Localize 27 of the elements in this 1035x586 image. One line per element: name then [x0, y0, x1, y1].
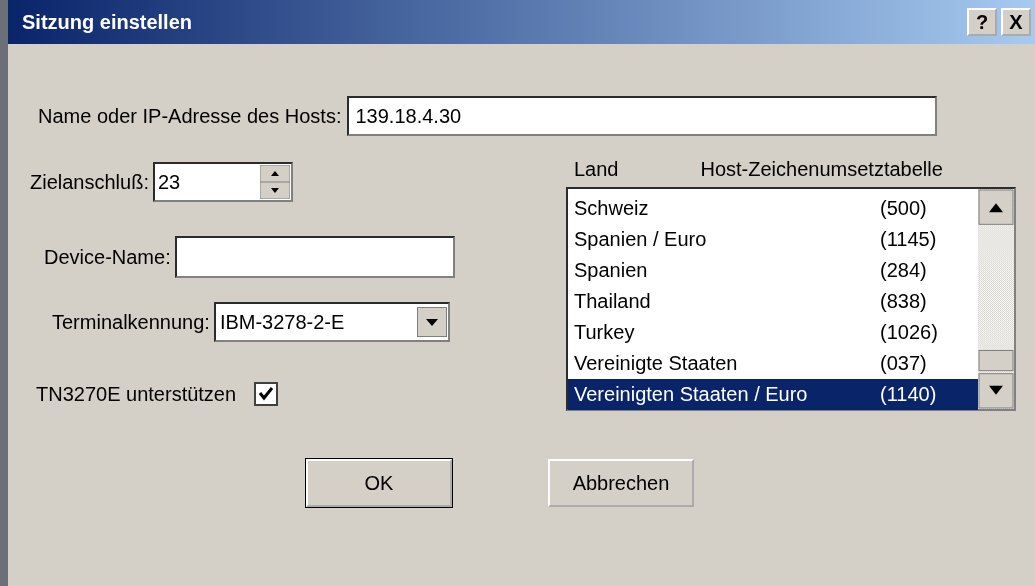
close-button[interactable]: X — [1001, 8, 1031, 36]
tn3270e-checkbox[interactable] — [254, 382, 279, 406]
spin-up-icon[interactable] — [259, 165, 290, 182]
cancel-button[interactable]: Abbrechen — [548, 459, 694, 507]
window-title: Sitzung einstellen — [22, 10, 193, 34]
port-label: Zielanschluß: — [30, 170, 149, 194]
list-item[interactable]: Vereinigte Staaten (037) — [568, 348, 978, 379]
column-header: Host-Zeichenumsetztabelle — [700, 158, 943, 181]
terminal-dropdown[interactable]: IBM-3278-2-E — [213, 302, 450, 342]
list-item[interactable]: Vereinigten Staaten / Euro (1140) — [568, 379, 978, 410]
column-header: Land — [574, 158, 619, 181]
port-spinner[interactable]: 23 — [152, 162, 293, 202]
host-label: Name oder IP-Adresse des Hosts: — [38, 104, 342, 128]
device-name-label: Device-Name: — [44, 245, 171, 269]
list-item[interactable]: Spanien (284) — [568, 255, 978, 286]
list-item[interactable]: Schweiz (500) — [568, 193, 978, 224]
list-item[interactable]: Thailand (838) — [568, 286, 978, 317]
help-button[interactable]: ? — [967, 8, 997, 36]
tn3270e-label: TN3270E unterstützen — [36, 382, 237, 406]
list-item[interactable]: Spanien / Euro (1145) — [568, 224, 978, 255]
terminal-label: Terminalkennung: — [52, 310, 210, 334]
spin-down-icon[interactable] — [259, 182, 290, 199]
ok-button[interactable]: OK — [306, 459, 452, 507]
scrollbar[interactable] — [978, 189, 1014, 409]
host-input[interactable]: 139.18.4.30 — [347, 96, 938, 136]
device-name-input[interactable] — [174, 236, 455, 278]
list-item[interactable]: Turkey (1026) — [568, 317, 978, 348]
